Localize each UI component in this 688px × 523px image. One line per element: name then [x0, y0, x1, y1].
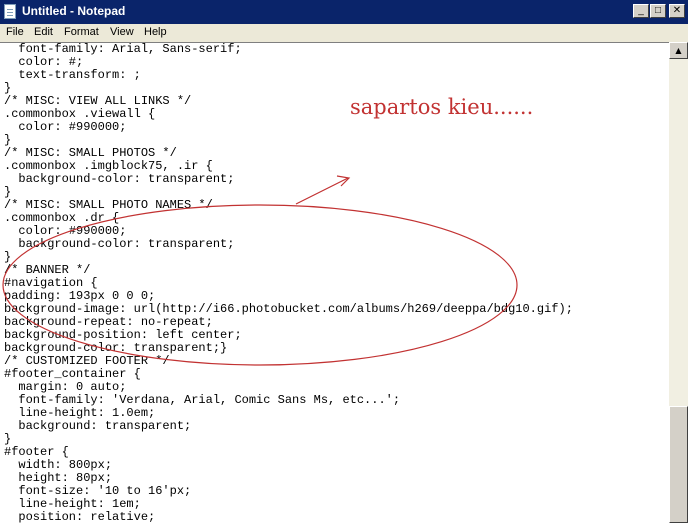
- code-line: text-transform: ;: [4, 68, 141, 82]
- scroll-thumb[interactable]: [669, 406, 688, 523]
- vertical-scrollbar[interactable]: ▲: [669, 42, 688, 523]
- code-line: }: [4, 432, 12, 446]
- scroll-up-button[interactable]: ▲: [669, 42, 688, 59]
- up-arrow-icon: ▲: [675, 46, 682, 55]
- window-title: Untitled - Notepad: [22, 4, 126, 18]
- handwritten-annotation: sapartos kieu......: [350, 95, 534, 119]
- menu-format[interactable]: Format: [64, 26, 99, 38]
- code-line: /* BANNER */: [4, 263, 91, 277]
- code-line: color: #990000;: [4, 120, 127, 134]
- code-line: position: relative;: [4, 510, 156, 523]
- code-line: font-family: Arial, Sans-serif;: [4, 42, 242, 56]
- code-line: }: [4, 250, 12, 264]
- code-line: background-color: transparent;: [4, 172, 235, 186]
- menu-view[interactable]: View: [110, 26, 134, 38]
- text-editor[interactable]: font-family: Arial, Sans-serif; color: #…: [0, 42, 669, 523]
- code-line: background-color: transparent;: [4, 237, 235, 251]
- code-line: background: transparent;: [4, 419, 192, 433]
- menu-edit[interactable]: Edit: [34, 26, 53, 38]
- menu-file[interactable]: File: [6, 26, 24, 38]
- notepad-icon: [4, 4, 16, 19]
- minimize-button[interactable]: _: [633, 4, 649, 18]
- maximize-button[interactable]: □: [650, 4, 666, 18]
- close-button[interactable]: ✕: [669, 4, 685, 18]
- menu-bar: File Edit Format View Help: [0, 24, 688, 42]
- menu-help[interactable]: Help: [144, 26, 167, 38]
- code-content[interactable]: font-family: Arial, Sans-serif; color: #…: [0, 43, 669, 523]
- title-bar[interactable]: Untitled - Notepad _ □ ✕: [0, 0, 688, 24]
